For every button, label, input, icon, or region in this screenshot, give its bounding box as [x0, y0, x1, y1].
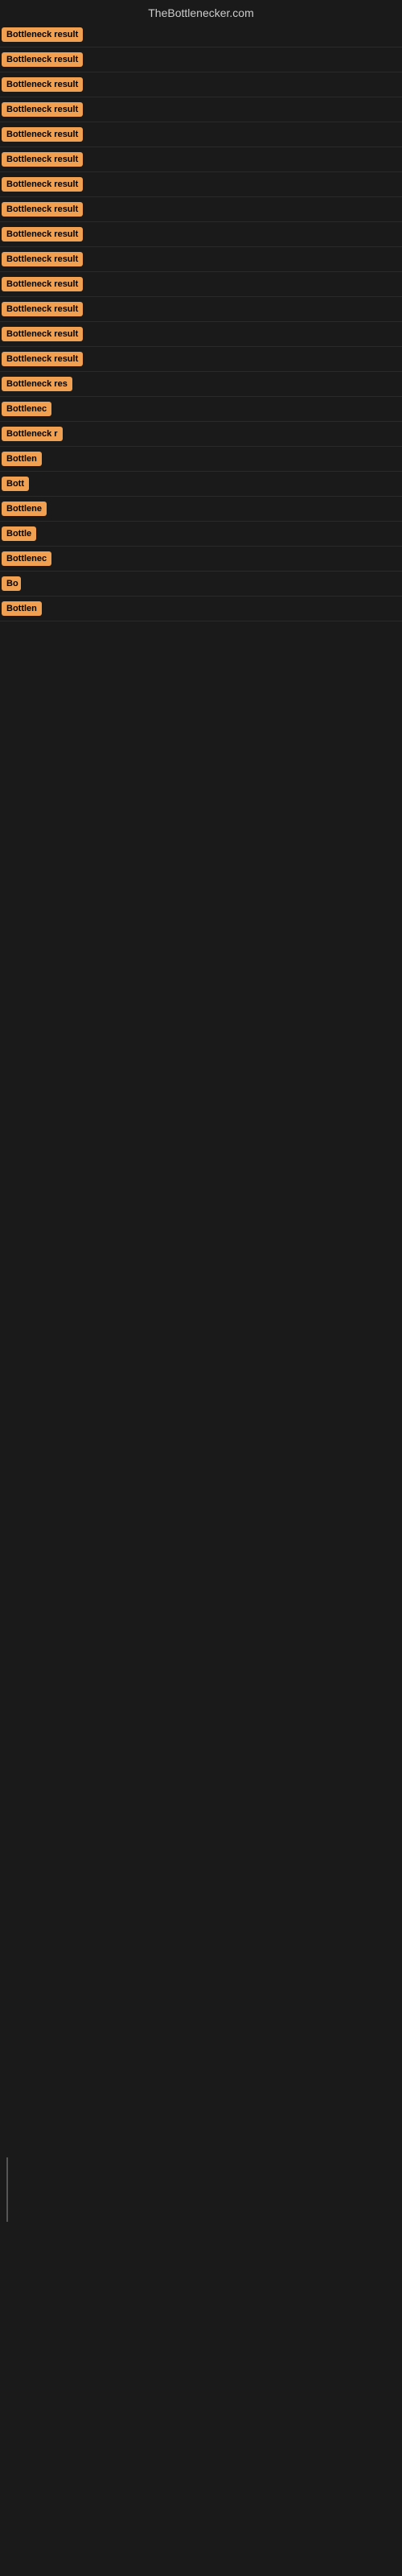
bottleneck-row-6: Bottleneck result — [0, 147, 402, 172]
bottleneck-badge-15[interactable]: Bottleneck res — [2, 377, 72, 391]
bottleneck-badge-6[interactable]: Bottleneck result — [2, 152, 83, 167]
bottleneck-row-13: Bottleneck result — [0, 322, 402, 347]
bottleneck-row-9: Bottleneck result — [0, 222, 402, 247]
bottleneck-row-14: Bottleneck result — [0, 347, 402, 372]
bottleneck-row-21: Bottle — [0, 522, 402, 547]
bottleneck-row-12: Bottleneck result — [0, 297, 402, 322]
bottleneck-row-7: Bottleneck result — [0, 172, 402, 197]
bottleneck-row-16: Bottlenec — [0, 397, 402, 422]
bottleneck-row-2: Bottleneck result — [0, 47, 402, 72]
bottleneck-badge-19[interactable]: Bott — [2, 477, 29, 491]
bottleneck-row-1: Bottleneck result — [0, 23, 402, 47]
bottleneck-row-18: Bottlen — [0, 447, 402, 472]
bottleneck-badge-14[interactable]: Bottleneck result — [2, 352, 83, 366]
bottleneck-badge-23[interactable]: Bo — [2, 576, 21, 591]
vertical-bar — [6, 2157, 8, 2222]
items-container: Bottleneck result Bottleneck result Bottle… — [0, 23, 402, 621]
bottleneck-badge-4[interactable]: Bottleneck result — [2, 102, 83, 117]
bottleneck-badge-12[interactable]: Bottleneck result — [2, 302, 83, 316]
bottleneck-badge-10[interactable]: Bottleneck result — [2, 252, 83, 266]
bottleneck-badge-13[interactable]: Bottleneck result — [2, 327, 83, 341]
bottleneck-badge-11[interactable]: Bottleneck result — [2, 277, 83, 291]
bottleneck-row-24: Bottlen — [0, 597, 402, 621]
bottleneck-badge-16[interactable]: Bottlenec — [2, 402, 51, 416]
bottleneck-row-19: Bott — [0, 472, 402, 497]
bottleneck-row-17: Bottleneck r — [0, 422, 402, 447]
bottleneck-badge-18[interactable]: Bottlen — [2, 452, 42, 466]
bottleneck-badge-7[interactable]: Bottleneck result — [2, 177, 83, 192]
bottleneck-row-15: Bottleneck res — [0, 372, 402, 397]
bottleneck-badge-21[interactable]: Bottle — [2, 526, 36, 541]
site-title: TheBottlenecker.com — [0, 0, 402, 23]
bottleneck-badge-3[interactable]: Bottleneck result — [2, 77, 83, 92]
bottleneck-badge-2[interactable]: Bottleneck result — [2, 52, 83, 67]
bottleneck-badge-5[interactable]: Bottleneck result — [2, 127, 83, 142]
bottleneck-badge-24[interactable]: Bottlen — [2, 601, 42, 616]
bottleneck-badge-8[interactable]: Bottleneck result — [2, 202, 83, 217]
bottleneck-row-5: Bottleneck result — [0, 122, 402, 147]
bottleneck-row-4: Bottleneck result — [0, 97, 402, 122]
bottleneck-row-3: Bottleneck result — [0, 72, 402, 97]
bottleneck-badge-17[interactable]: Bottleneck r — [2, 427, 63, 441]
bottleneck-row-10: Bottleneck result — [0, 247, 402, 272]
bottleneck-badge-22[interactable]: Bottlenec — [2, 551, 51, 566]
bottleneck-badge-20[interactable]: Bottlene — [2, 502, 47, 516]
bottleneck-row-20: Bottlene — [0, 497, 402, 522]
bottleneck-badge-1[interactable]: Bottleneck result — [2, 27, 83, 42]
bottleneck-row-23: Bo — [0, 572, 402, 597]
bottleneck-row-11: Bottleneck result — [0, 272, 402, 297]
bottleneck-row-8: Bottleneck result — [0, 197, 402, 222]
bottleneck-badge-9[interactable]: Bottleneck result — [2, 227, 83, 242]
bottleneck-row-22: Bottlenec — [0, 547, 402, 572]
